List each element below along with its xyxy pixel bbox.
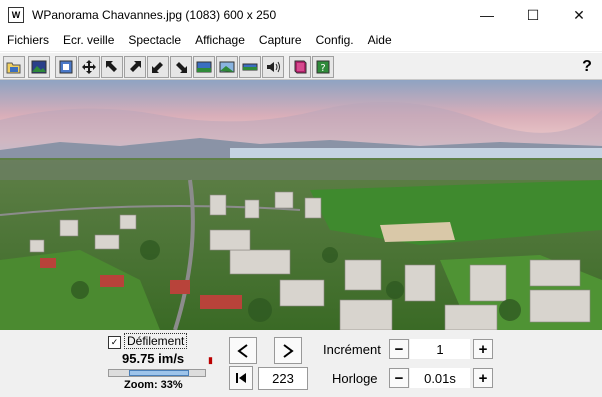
- toolbar: ? ?: [0, 52, 602, 80]
- scroll-label[interactable]: Défilement: [124, 333, 188, 349]
- panorama-view-button[interactable]: [193, 56, 215, 78]
- arrow-sw-button[interactable]: [147, 56, 169, 78]
- increment-label: Incrément: [323, 342, 381, 357]
- speed-icon: ▮: [208, 355, 213, 365]
- menu-ecr-veille[interactable]: Ecr. veille: [56, 30, 121, 51]
- panorama-zoom-button[interactable]: [216, 56, 238, 78]
- help-book-button[interactable]: ?: [312, 56, 334, 78]
- help-book-icon: ?: [316, 60, 330, 74]
- panorama-strip-icon: [242, 63, 258, 71]
- arrow-nw-icon: [106, 61, 117, 72]
- menu-capture[interactable]: Capture: [252, 30, 309, 51]
- first-frame-button[interactable]: [229, 366, 253, 390]
- zoom-slider[interactable]: [108, 369, 206, 377]
- first-frame-icon: [236, 373, 246, 383]
- close-button[interactable]: ✕: [556, 0, 602, 30]
- increment-minus-button[interactable]: −: [389, 339, 409, 359]
- svg-text:?: ?: [320, 63, 325, 74]
- window-controls: — ☐ ✕: [464, 0, 602, 30]
- next-icon: [283, 343, 294, 358]
- book-button[interactable]: [289, 56, 311, 78]
- frame-number: 223: [258, 367, 308, 390]
- arrow-nw-button[interactable]: [101, 56, 123, 78]
- panorama-view-icon: [196, 61, 212, 73]
- zoom-readout: Zoom: 33%: [124, 379, 183, 391]
- scroll-checkbox[interactable]: ✓: [108, 336, 121, 349]
- panorama-photo: [0, 80, 602, 330]
- previous-button[interactable]: [229, 337, 257, 364]
- menu-config[interactable]: Config.: [309, 30, 361, 51]
- increment-plus-button[interactable]: +: [473, 339, 493, 359]
- zoom-slider-thumb[interactable]: [129, 370, 189, 376]
- menu-fichiers[interactable]: Fichiers: [0, 30, 56, 51]
- previous-icon: [237, 343, 248, 358]
- panorama-zoom-icon: [219, 61, 235, 73]
- clock-label: Horloge: [332, 371, 378, 386]
- menu-spectacle[interactable]: Spectacle: [121, 30, 188, 51]
- menu-aide[interactable]: Aide: [361, 30, 399, 51]
- maximize-button[interactable]: ☐: [510, 0, 556, 30]
- fit-button[interactable]: [55, 56, 77, 78]
- clock-minus-button[interactable]: −: [389, 368, 409, 388]
- panorama-strip-button[interactable]: [239, 56, 261, 78]
- menu-bar: Fichiers Ecr. veille Spectacle Affichage…: [0, 30, 602, 51]
- clock-value[interactable]: 0.01s: [410, 368, 470, 388]
- speed-readout: 95.75 im/s: [122, 351, 185, 366]
- window-title: WPanorama Chavannes.jpg (1083) 600 x 250: [32, 8, 277, 22]
- app-icon[interactable]: W: [8, 7, 24, 23]
- title-bar: W WPanorama Chavannes.jpg (1083) 600 x 2…: [0, 0, 602, 30]
- increment-value[interactable]: 1: [410, 339, 470, 359]
- help-button[interactable]: ?: [576, 56, 598, 78]
- fit-icon: [59, 60, 73, 74]
- arrow-se-icon: [176, 62, 187, 73]
- arrow-sw-icon: [152, 62, 163, 73]
- arrow-ne-icon: [130, 61, 141, 72]
- open-icon: [6, 62, 21, 74]
- picture-icon: [31, 60, 47, 74]
- clock-plus-button[interactable]: +: [473, 368, 493, 388]
- book-icon: [294, 60, 307, 74]
- move-icon: [82, 60, 96, 74]
- picture-button[interactable]: [28, 56, 50, 78]
- move-button[interactable]: [78, 56, 100, 78]
- arrow-se-button[interactable]: [170, 56, 192, 78]
- next-button[interactable]: [274, 337, 302, 364]
- minimize-button[interactable]: —: [464, 0, 510, 30]
- panorama-image[interactable]: [0, 80, 602, 330]
- arrow-ne-button[interactable]: [124, 56, 146, 78]
- sound-button[interactable]: [262, 56, 284, 78]
- open-button[interactable]: [3, 56, 25, 78]
- sound-icon: [267, 61, 280, 73]
- menu-affichage[interactable]: Affichage: [188, 30, 252, 51]
